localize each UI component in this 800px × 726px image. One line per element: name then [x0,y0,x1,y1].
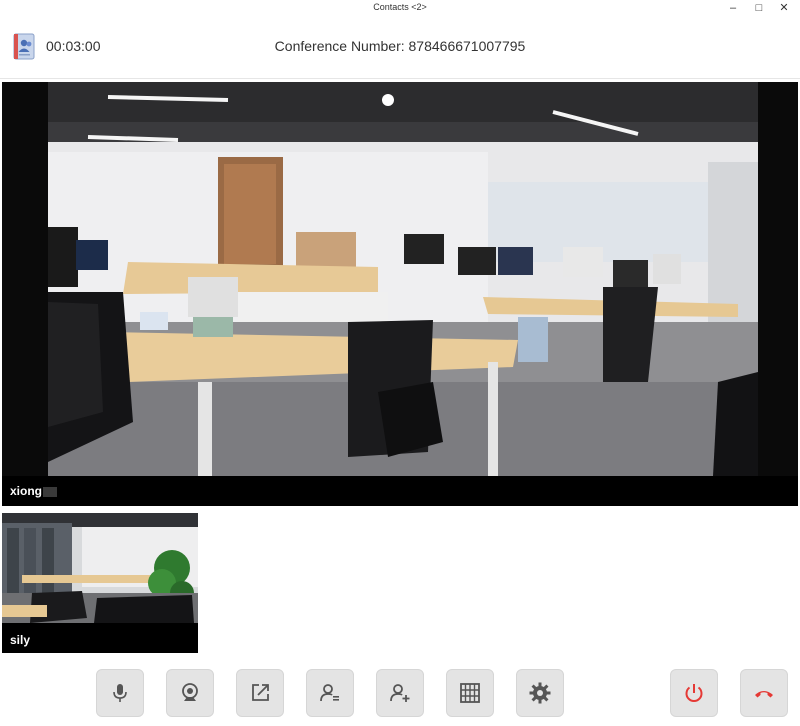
window-title: Contacts <2> [373,2,427,12]
manage-participants-icon [320,684,339,702]
minimize-button[interactable]: – [725,1,741,15]
conference-number: Conference Number: 878466671007795 [274,38,526,54]
window-titlebar: Contacts <2> – □ ✕ [0,0,800,17]
power-button[interactable] [670,669,718,717]
power-icon [685,684,703,702]
close-button[interactable]: ✕ [776,1,792,15]
camera-button[interactable] [166,669,214,717]
camera-icon [182,683,198,701]
thumbnail-participant-name: sily [10,633,31,647]
settings-icon [529,682,551,704]
share-screen-icon [252,684,269,701]
main-video-panel[interactable]: xiong [2,82,798,506]
hang-up-icon [755,691,773,698]
add-participant-icon [390,684,410,702]
thumbnail-video-feed [2,513,198,623]
manage-participants-button[interactable] [306,669,354,717]
call-toolbar [0,660,800,726]
office-thumbnail-image [2,513,198,623]
main-participant-name: xiong [10,484,57,498]
redacted-name-block [43,486,57,497]
main-video-feed [48,82,758,476]
grid-layout-button[interactable] [446,669,494,717]
main-video-label-bar: xiong [2,476,798,506]
settings-button[interactable] [516,669,564,717]
main-participant-name-text: xiong [10,484,42,498]
call-header: 00:03:00 Conference Number: 878466671007… [0,17,800,79]
office-camera-image [48,82,758,476]
microphone-icon [113,684,127,702]
maximize-button[interactable]: □ [751,1,767,15]
grid-layout-icon [460,683,480,703]
microphone-button[interactable] [96,669,144,717]
participant-thumbnail[interactable]: sily [2,513,198,653]
share-screen-button[interactable] [236,669,284,717]
add-participant-button[interactable] [376,669,424,717]
hang-up-button[interactable] [740,669,788,717]
